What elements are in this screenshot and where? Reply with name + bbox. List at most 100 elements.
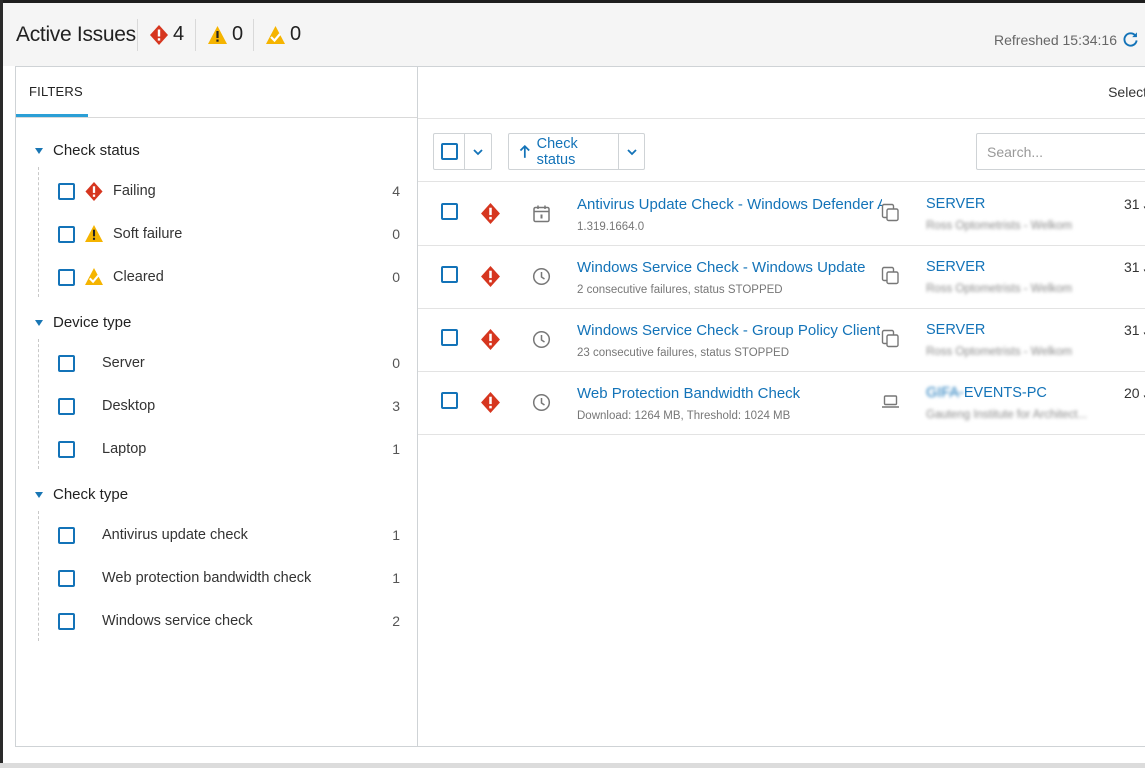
table-row[interactable]: Web Protection Bandwidth Check Download:…	[418, 372, 1145, 435]
device-site: Ross Optometrists - Welkom	[926, 220, 1073, 232]
caret-down-icon	[35, 147, 43, 154]
failing-icon	[481, 203, 500, 224]
filter-item-label: Laptop	[102, 441, 147, 457]
row-checkbox[interactable]	[441, 203, 458, 220]
clock-icon	[532, 393, 551, 412]
calendar-icon	[533, 205, 550, 223]
filter-group-check-type[interactable]: Check type	[35, 486, 128, 503]
table-row[interactable]: Antivirus Update Check - Windows Defende…	[418, 183, 1145, 246]
filter-item-server[interactable]: Server 0	[58, 352, 400, 374]
warning-icon	[208, 25, 227, 44]
soft-failure-count: 0	[232, 23, 244, 45]
server-icon	[881, 266, 899, 285]
clock-icon	[532, 330, 551, 349]
bulk-select-dropdown[interactable]	[433, 133, 492, 170]
chevron-down-icon	[626, 148, 637, 155]
failing-icon	[481, 392, 500, 413]
filter-item-laptop[interactable]: Laptop 1	[58, 438, 400, 460]
device-name-text: EVENTS-PC	[963, 385, 1047, 401]
caret-down-icon	[35, 319, 43, 326]
failing-count: 4	[173, 23, 185, 45]
header-separator	[253, 19, 254, 51]
device-name[interactable]: SERVER	[926, 259, 985, 275]
filter-group-device-type[interactable]: Device type	[35, 314, 131, 331]
device-site: Gauteng Institute for Architect...	[926, 409, 1088, 421]
tree-line	[38, 511, 39, 641]
header-separator	[137, 19, 138, 51]
filter-group-label: Device type	[53, 314, 132, 331]
checkbox[interactable]	[58, 440, 75, 458]
device-site: Ross Optometrists - Welkom	[926, 346, 1073, 358]
row-checkbox[interactable]	[441, 329, 458, 346]
table-row[interactable]: Windows Service Check - Group Policy Cli…	[418, 309, 1145, 372]
device-name-text: SERVER	[926, 196, 986, 212]
filter-item-label: Windows service check	[102, 613, 253, 629]
warning-icon	[85, 225, 103, 243]
filter-item-count: 1	[392, 570, 400, 586]
row-checkbox[interactable]	[441, 266, 458, 283]
filter-item-web-protection-bandwidth-check[interactable]: Web protection bandwidth check 1	[58, 567, 400, 589]
filter-item-soft-failure[interactable]: Soft failure 0	[58, 223, 400, 245]
checkbox[interactable]	[58, 182, 75, 200]
filter-item-count: 1	[392, 441, 400, 457]
page-header: Active Issues 4 0 0 Refreshed 15:34:16	[3, 3, 1145, 66]
bulk-select-toggle[interactable]	[465, 134, 491, 169]
laptop-icon	[882, 395, 899, 408]
refresh-icon[interactable]	[1122, 31, 1139, 48]
filter-group-check-status[interactable]: Check status	[35, 142, 140, 159]
select-all-checkbox[interactable]	[440, 143, 458, 160]
filter-item-label: Desktop	[102, 398, 156, 414]
device-name[interactable]: GIFA-EVENTS-PC	[926, 385, 1047, 401]
caret-down-icon	[35, 491, 43, 498]
cleared-count-badge[interactable]: 0	[266, 23, 301, 46]
sort-button[interactable]: Check status	[509, 134, 619, 169]
failing-count-badge[interactable]: 4	[150, 23, 184, 46]
filters-tab[interactable]: FILTERS	[16, 67, 88, 117]
filter-item-label: Cleared	[113, 269, 164, 285]
issue-title[interactable]: Antivirus Update Check - Windows Defende…	[577, 196, 882, 213]
sort-dropdown[interactable]: Check status	[508, 133, 645, 170]
row-checkbox[interactable]	[441, 392, 458, 409]
issue-description: Download: 1264 MB, Threshold: 1024 MB	[577, 410, 791, 422]
issue-title[interactable]: Windows Service Check - Group Policy Cli…	[577, 322, 880, 339]
checkbox[interactable]	[58, 569, 75, 587]
issue-description: 1.319.1664.0	[577, 221, 645, 233]
checkbox[interactable]	[58, 397, 75, 415]
issue-title[interactable]: Windows Service Check - Windows Update	[577, 259, 865, 276]
failing-icon	[481, 266, 500, 287]
checkbox[interactable]	[58, 354, 75, 372]
table-row[interactable]: Windows Service Check - Windows Update 2…	[418, 246, 1145, 309]
checkbox[interactable]	[58, 612, 75, 630]
sort-label: Check status	[536, 135, 578, 168]
refreshed-label: Refreshed 15:34:16	[994, 31, 1117, 48]
filter-item-count: 4	[392, 183, 400, 199]
issues-toolbar: Check status Search...	[418, 119, 1145, 182]
sort-toggle[interactable]	[619, 134, 644, 169]
tree-line	[38, 167, 39, 297]
filter-item-label: Server	[102, 355, 145, 371]
checkbox[interactable]	[58, 225, 75, 243]
header-separator	[195, 19, 196, 51]
clock-icon	[532, 267, 551, 286]
filter-item-cleared[interactable]: Cleared 0	[58, 266, 400, 288]
filter-item-antivirus-update-check[interactable]: Antivirus update check 1	[58, 524, 400, 546]
cleared-warning-icon	[85, 268, 103, 286]
refreshed-timestamp: Refreshed 15:34:16	[994, 31, 1139, 48]
filter-item-failing[interactable]: Failing 4	[58, 180, 400, 202]
filter-item-windows-service-check[interactable]: Windows service check 2	[58, 610, 400, 632]
filter-item-desktop[interactable]: Desktop 3	[58, 395, 400, 417]
select-link[interactable]: Select	[1108, 84, 1145, 100]
search-input[interactable]: Search...	[976, 133, 1145, 170]
issue-title[interactable]: Web Protection Bandwidth Check	[577, 385, 800, 402]
chevron-down-icon	[473, 148, 483, 155]
filter-item-label: Antivirus update check	[102, 527, 248, 543]
issue-date: 31 Ju	[1124, 322, 1145, 338]
filter-item-label: Soft failure	[113, 226, 183, 242]
checkbox[interactable]	[58, 526, 75, 544]
device-name[interactable]: SERVER	[926, 322, 985, 338]
checkbox[interactable]	[58, 268, 75, 286]
filter-item-count: 0	[392, 269, 400, 285]
soft-failure-count-badge[interactable]: 0	[208, 23, 243, 46]
tree-line	[38, 339, 39, 469]
device-name[interactable]: SERVER	[926, 196, 985, 212]
